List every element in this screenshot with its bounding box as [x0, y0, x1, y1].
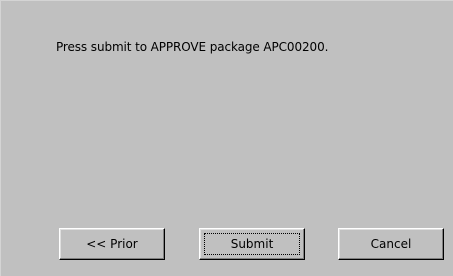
prior-button[interactable]: << Prior [59, 228, 165, 260]
approval-message: Press submit to APPROVE package APC00200… [56, 40, 329, 54]
prior-button-label: << Prior [86, 237, 138, 251]
cancel-button-label: Cancel [370, 237, 412, 251]
cancel-button[interactable]: Cancel [338, 228, 444, 260]
submit-button[interactable]: Submit [199, 228, 305, 260]
approve-dialog: Press submit to APPROVE package APC00200… [0, 0, 453, 276]
submit-button-label: Submit [230, 237, 274, 251]
